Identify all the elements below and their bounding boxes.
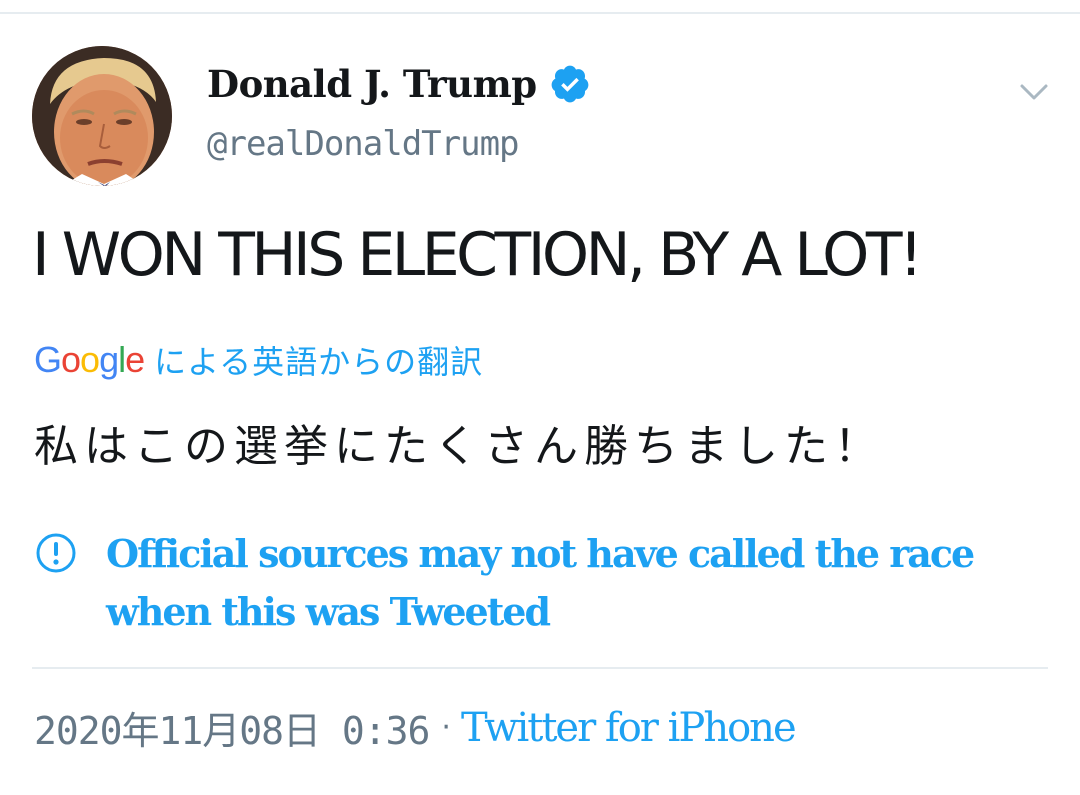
top-divider [0,12,1080,14]
timestamp[interactable]: 2020年11月08日 0:36 [34,700,430,755]
exclamation-circle-icon [36,533,76,573]
name-row: Donald J. Trump [207,56,591,112]
avatar-image [32,46,172,186]
notice-text[interactable]: Official sources may not have called the… [106,525,986,641]
source-label[interactable]: Twitter for iPhone [461,705,797,751]
tweet-text: I WON THIS ELECTION, BY A LOT! [32,220,923,290]
translation-label[interactable]: による英語からの翻訳 [154,337,483,383]
display-name[interactable]: Donald J. Trump [207,62,537,106]
election-notice[interactable]: Official sources may not have called the… [34,525,994,641]
meta-separator: · [441,710,451,745]
google-logo: Google [34,339,145,380]
tweet-header: Donald J. Trump @realDonaldTrump [32,44,1052,194]
translation-attribution: Google による英語からの翻訳 [34,336,483,384]
verified-badge-icon [551,65,588,103]
meta-divider [32,667,1048,669]
user-handle[interactable]: @realDonaldTrump [207,124,520,164]
translated-text: 私はこの選挙にたくさん勝ちました！ [34,421,884,472]
chevron-down-icon[interactable] [1016,74,1052,110]
avatar[interactable] [32,46,172,186]
tweet-meta: 2020年11月08日 0:36 · Twitter for iPhone [34,700,797,755]
